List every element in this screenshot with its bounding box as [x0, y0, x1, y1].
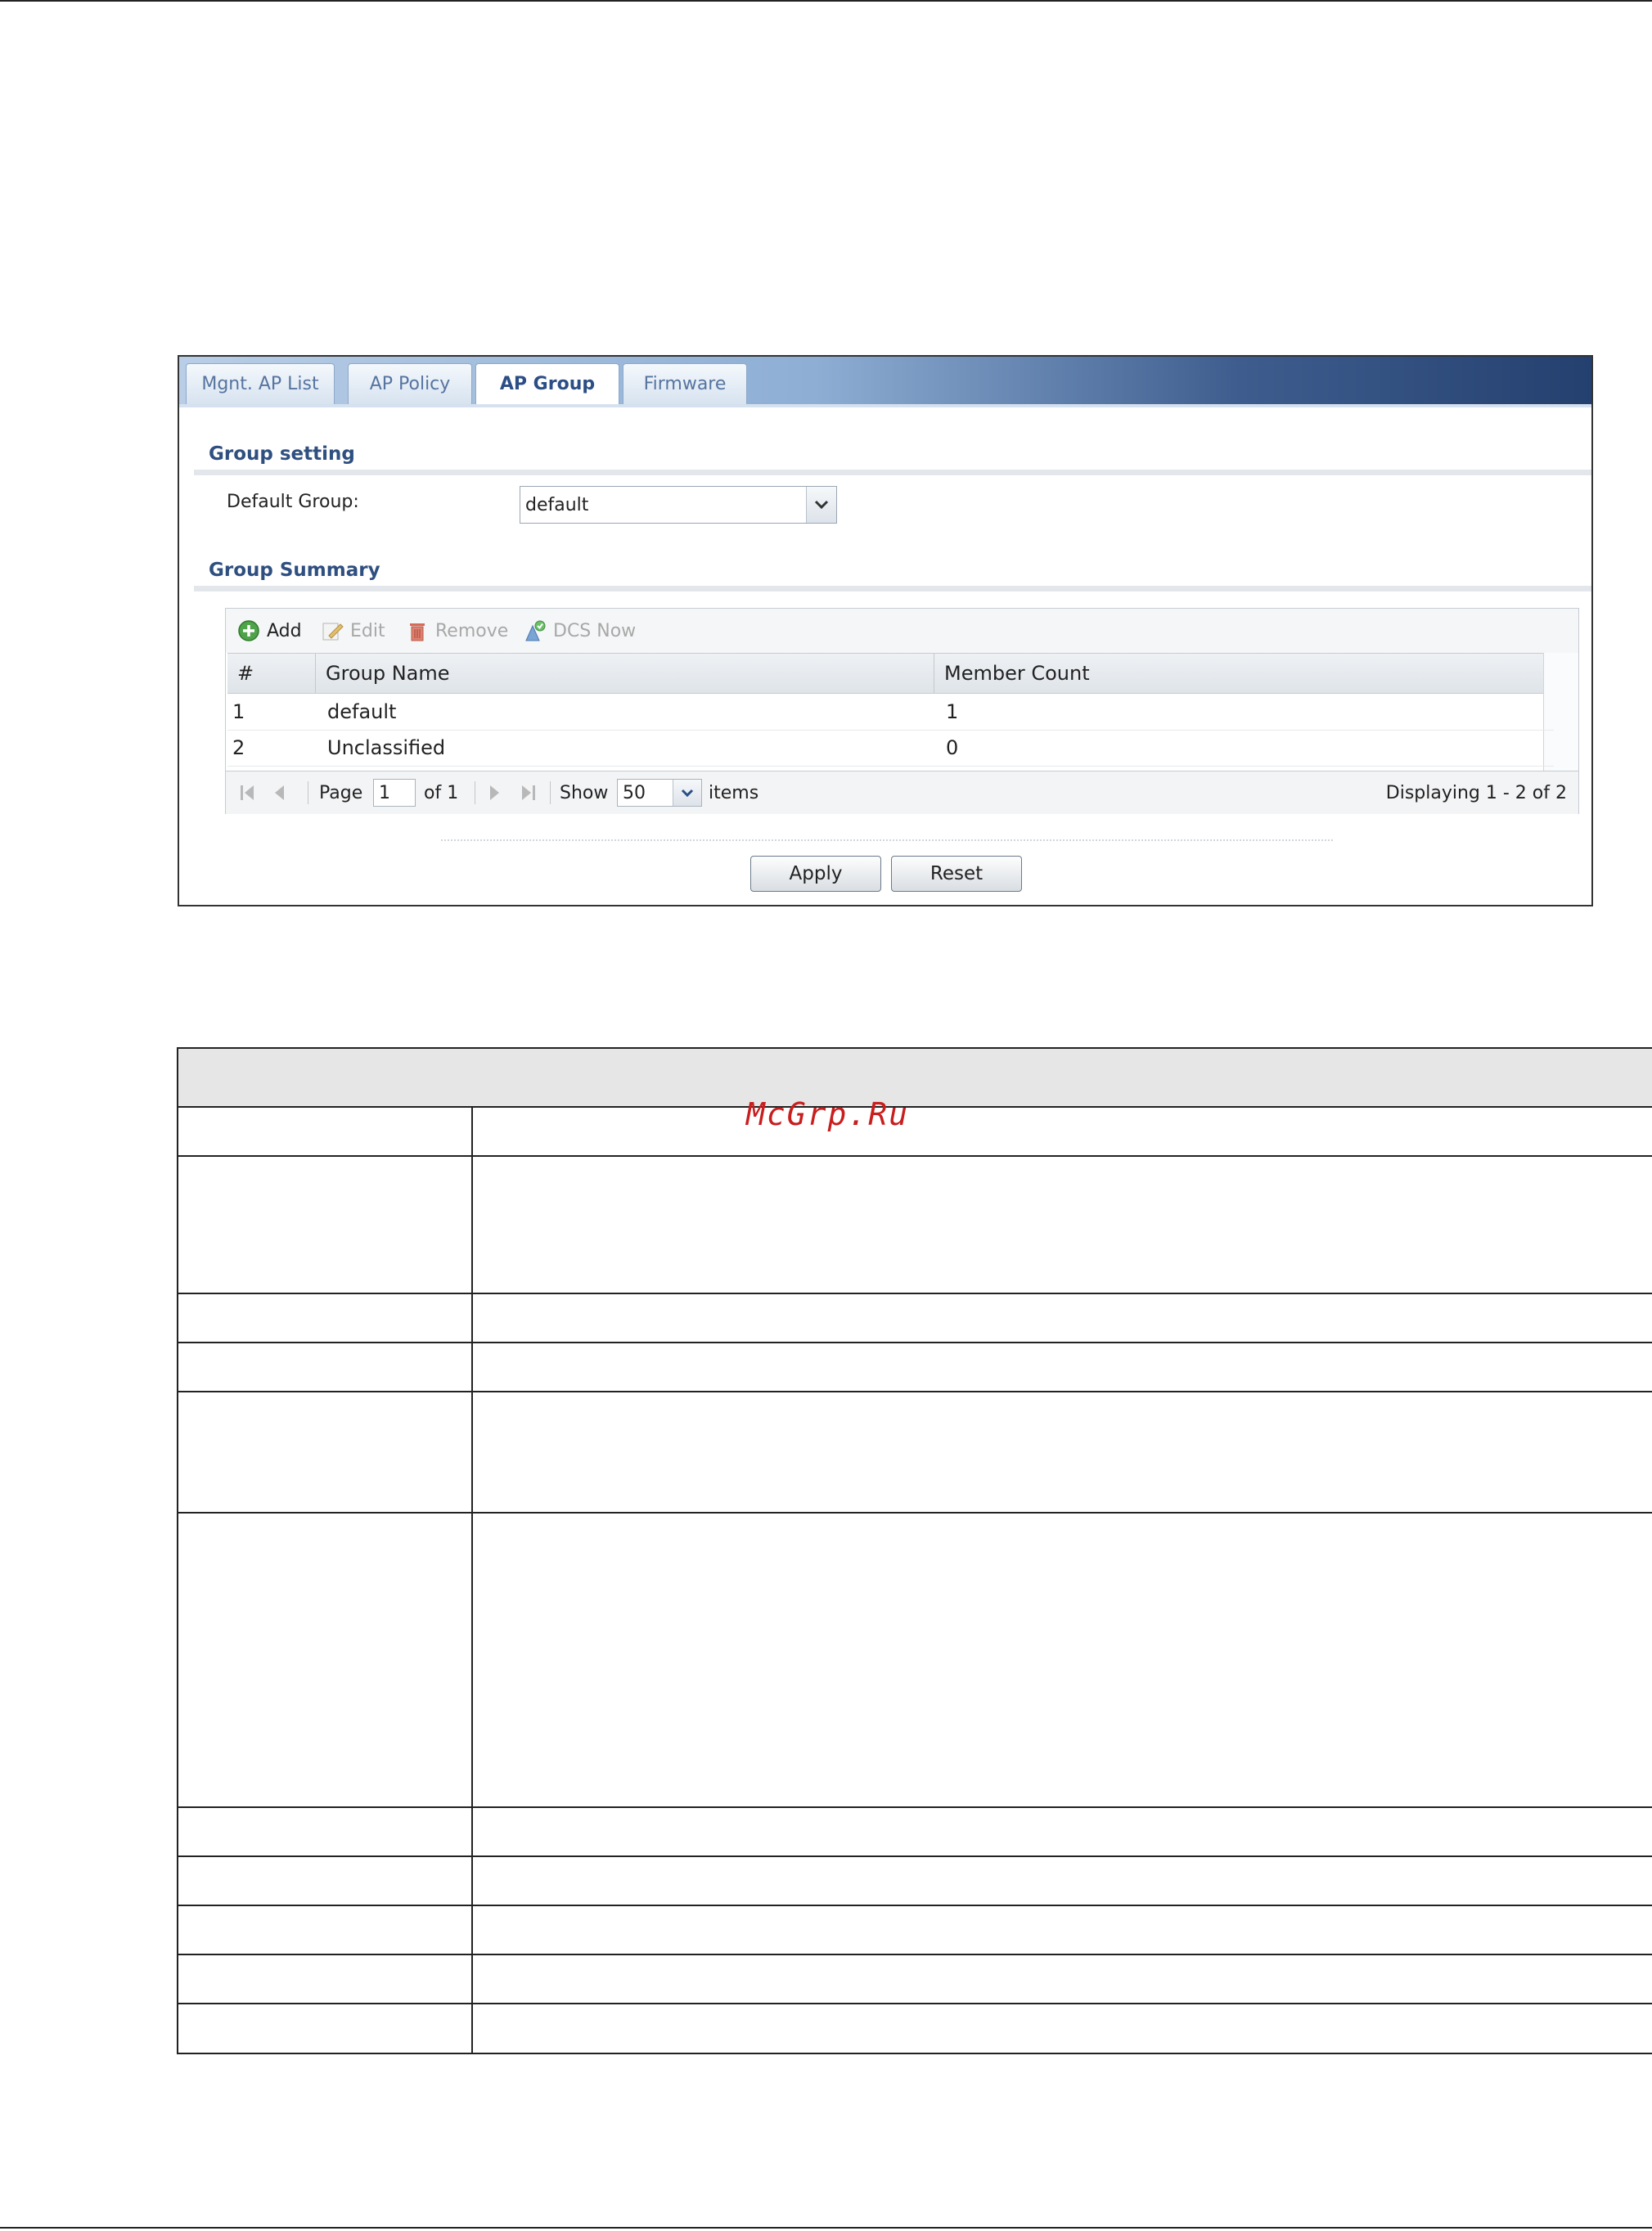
- next-page-icon[interactable]: [486, 771, 502, 814]
- tab-underline: [179, 404, 1591, 407]
- page-bottom-rule: [0, 2227, 1652, 2229]
- remove-button-label: Remove: [435, 620, 509, 641]
- summary-toolbar: Add Edit Remove DCS Now: [226, 609, 1578, 653]
- page-size-value: 50: [623, 782, 646, 803]
- previous-page-icon[interactable]: [272, 771, 288, 814]
- dcs-icon: [524, 619, 547, 642]
- first-page-icon[interactable]: [237, 771, 259, 814]
- default-group-label: Default Group:: [227, 492, 359, 512]
- table-row: [178, 1294, 1652, 1343]
- dcs-now-button-label: DCS Now: [553, 620, 637, 641]
- tab-ap-policy[interactable]: AP Policy: [348, 363, 472, 404]
- add-icon: [237, 619, 260, 642]
- displaying-count: Displaying 1 - 2 of 2: [1385, 782, 1567, 803]
- tab-firmware[interactable]: Firmware: [623, 363, 747, 404]
- tab-bar: Mgnt. AP List AP Policy AP Group Firmwar…: [179, 357, 1591, 404]
- dcs-now-button[interactable]: DCS Now: [524, 618, 636, 643]
- table-header: # Group Name Member Count: [227, 653, 1554, 694]
- table-row[interactable]: 2 Unclassified 0: [227, 730, 1554, 767]
- column-header-member-count[interactable]: Member Count: [934, 654, 1554, 693]
- tab-ap-group[interactable]: AP Group: [475, 363, 619, 404]
- chevron-down-icon[interactable]: [806, 487, 836, 523]
- items-label: items: [709, 782, 759, 803]
- row-member-count: 0: [946, 736, 959, 759]
- field-description-table: [177, 1047, 1652, 2054]
- table-row: [178, 1906, 1652, 1955]
- column-header-group-name[interactable]: Group Name: [316, 654, 934, 693]
- table-row: [178, 1108, 1652, 1157]
- add-button-label: Add: [267, 620, 302, 641]
- table-row: [178, 1343, 1652, 1392]
- table-row: [178, 1392, 1652, 1514]
- page-number-input[interactable]: 1: [373, 779, 416, 807]
- table-row: [178, 1157, 1652, 1294]
- ap-group-screen: Mgnt. AP List AP Policy AP Group Firmwar…: [178, 355, 1593, 906]
- row-group-name: default: [327, 700, 397, 723]
- trash-icon: [406, 619, 429, 642]
- edit-button[interactable]: Edit: [321, 618, 385, 643]
- table-row: [178, 1514, 1652, 1808]
- default-group-value: default: [525, 494, 589, 515]
- show-label: Show: [560, 782, 609, 803]
- last-page-icon[interactable]: [517, 771, 538, 814]
- row-index: 1: [232, 700, 245, 723]
- row-index: 2: [232, 736, 245, 759]
- table-row: [178, 2004, 1652, 2054]
- group-setting-divider: [194, 470, 1591, 475]
- edit-icon: [321, 619, 344, 642]
- default-group-select[interactable]: default: [520, 486, 837, 524]
- page-of-label: of 1: [424, 782, 459, 803]
- column-header-index[interactable]: #: [227, 654, 316, 693]
- page-size-select[interactable]: 50: [617, 779, 702, 807]
- pagination-bar: Page 1 of 1 Show 50 items Displaying 1 -…: [226, 771, 1578, 814]
- button-divider: [441, 839, 1333, 841]
- table-row: [178, 1955, 1652, 2004]
- edit-button-label: Edit: [350, 620, 385, 641]
- apply-button[interactable]: Apply: [750, 856, 881, 892]
- watermark-text: McGrp.Ru: [746, 1096, 910, 1132]
- tab-mgnt-ap-list[interactable]: Mgnt. AP List: [186, 363, 335, 404]
- page-top-rule: [0, 0, 1652, 2]
- reset-button[interactable]: Reset: [891, 856, 1022, 892]
- group-summary-title: Group Summary: [209, 560, 380, 581]
- group-summary-divider: [194, 586, 1591, 591]
- table-header-row: [178, 1049, 1652, 1108]
- row-group-name: Unclassified: [327, 736, 446, 759]
- group-setting-title: Group setting: [209, 443, 355, 465]
- table-row[interactable]: 1 default 1: [227, 694, 1554, 731]
- table-row: [178, 1857, 1652, 1906]
- table-row: [178, 1808, 1652, 1857]
- remove-button[interactable]: Remove: [406, 618, 508, 643]
- chevron-down-icon[interactable]: [673, 780, 701, 806]
- add-button[interactable]: Add: [237, 618, 302, 643]
- page-label: Page: [319, 782, 363, 803]
- pager-separator: [550, 781, 551, 804]
- group-summary-table: Add Edit Remove DCS Now # Group Name Mem…: [225, 608, 1579, 814]
- row-member-count: 1: [946, 700, 959, 723]
